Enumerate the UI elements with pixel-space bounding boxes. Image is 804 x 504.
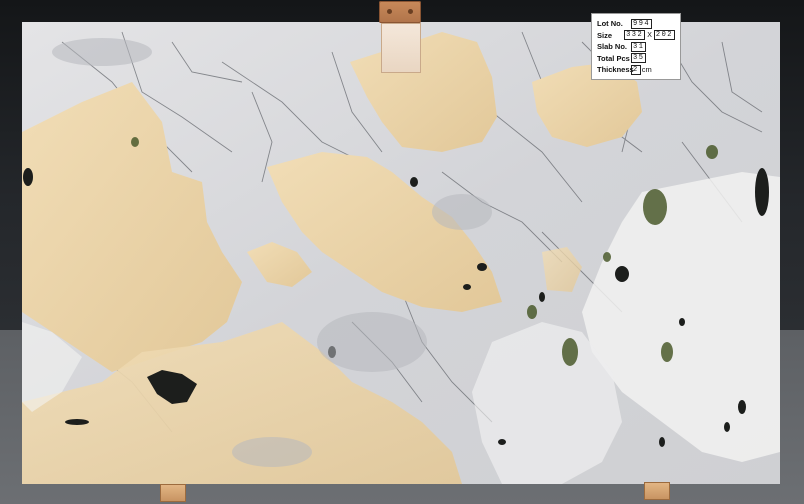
clamp-pad [381,23,421,73]
wood-spacer-right [644,482,670,500]
pcs-value: 35 [631,53,647,64]
bolt-icon [408,9,413,14]
wood-spacer-left [160,484,186,502]
lot-key: Lot No. [597,19,623,29]
size-key: Size [597,30,613,40]
lot-value: 994 [631,18,653,29]
size-value-b: 202 [653,30,675,41]
clamp-plate [379,1,421,23]
thickness-row: Thickness 2 cm [597,64,675,76]
pcs-row: Total Pcs 35 [597,53,675,65]
lot-row: Lot No. 994 [597,18,675,30]
pcs-key: Total Pcs [597,53,630,63]
slab-clamp-bracket [379,1,421,73]
thickness-value: 2 [631,64,641,75]
size-value-a: 332 [624,30,646,41]
granite-slab [22,22,780,484]
size-separator: X [647,31,652,39]
slab-key: Slab No. [597,42,628,52]
thickness-key: Thickness [597,65,634,75]
bolt-icon [387,9,392,14]
thickness-unit: cm [641,65,652,75]
slab-info-label: Lot No. 994 Size 332 X 202 Slab No. 31 T… [591,13,681,80]
size-row: Size 332 X 202 [597,30,675,42]
slab-value: 31 [631,41,647,52]
slab-row: Slab No. 31 [597,41,675,53]
